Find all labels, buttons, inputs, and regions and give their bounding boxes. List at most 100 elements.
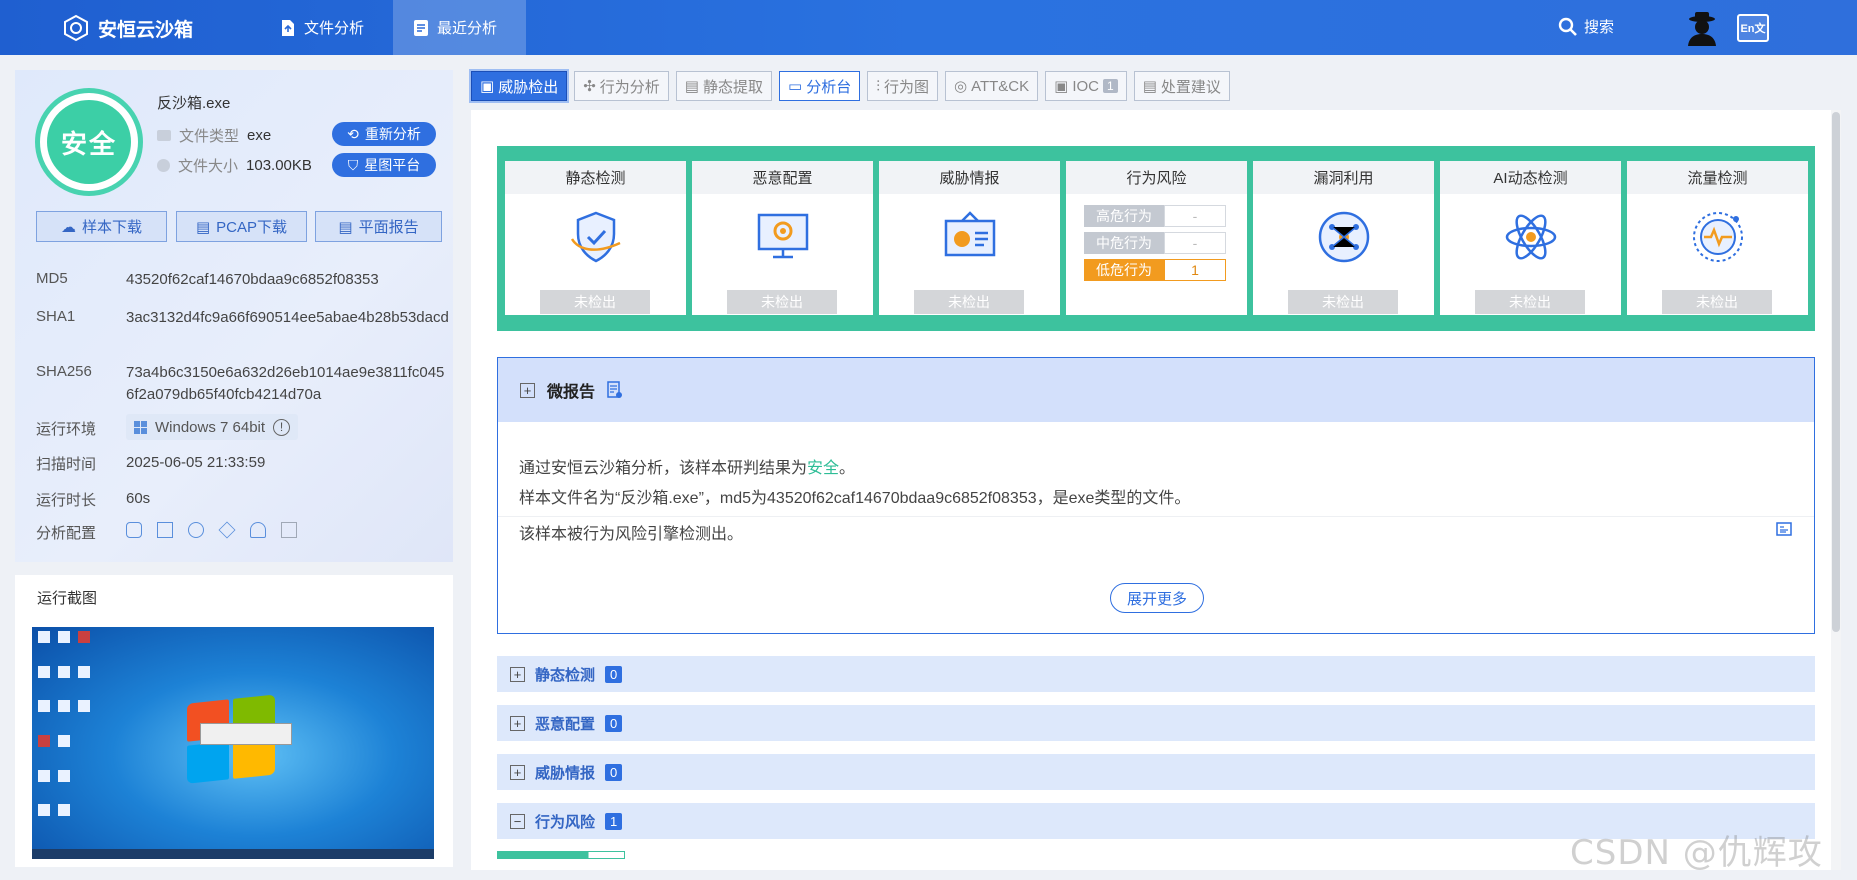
risk-value: 1 [1164,259,1226,281]
risk-row-high: 高危行为 - [1084,205,1226,227]
detect-card-threat-intel[interactable]: 威胁情报 未检出 [879,161,1060,315]
dialog-window [200,723,292,745]
search-label: 搜索 [1584,19,1615,36]
detect-card-exploit[interactable]: 漏洞利用 未检出 [1253,161,1434,315]
detail-card-icon[interactable] [1776,522,1792,536]
info-icon[interactable]: ! [273,418,291,436]
reanalyze-label: 重新分析 [364,126,421,142]
file-size-row: 文件大小 103.00KB [157,155,312,176]
section-label: 静态检测 [535,666,596,684]
platform-button[interactable]: ⛉ 星图平台 [332,153,436,177]
file-type-row: 文件类型 exe [157,125,271,146]
micro-report-header[interactable]: + 微报告 [498,358,1814,422]
config-robot-icon[interactable] [188,522,204,538]
reanalyze-button[interactable]: ⟲ 重新分析 [332,122,436,146]
micro-report-title: 微报告 [547,384,596,401]
user-avatar-icon[interactable] [1685,10,1719,46]
pcap-download-button[interactable]: ▤ PCAP下载 [176,211,307,242]
network-node-icon [1318,211,1369,263]
line1-suffix: 。 [839,460,856,477]
detect-card-status: 未检出 [1475,290,1585,314]
scrollbar-thumb[interactable] [1832,112,1840,632]
detect-card-status: 未检出 [540,290,650,314]
config-user-icon[interactable] [250,522,266,538]
config-timer-icon[interactable] [126,522,142,538]
tab-label: 静态提取 [702,78,763,96]
collapse-toggle-icon[interactable]: − [510,813,525,829]
tab-label: 处置建议 [1160,78,1221,96]
config-document-icon[interactable] [157,522,173,538]
detect-card-ai-dynamic[interactable]: AI动态检测 未检出 [1440,161,1621,315]
risk-label: 低危行为 [1084,259,1164,281]
expand-toggle-icon[interactable]: + [510,764,525,780]
brand-logo[interactable]: 安恒云沙箱 [62,14,193,42]
nav-tab-recent-analysis[interactable]: 最近分析 [393,0,526,55]
shield-icon: ⛉ [347,156,359,173]
micro-report-line-3: 该样本被行为风险引擎检测出。 [519,526,744,543]
verdict-seal: 安全 [35,88,143,196]
section-threat-intel[interactable]: + 威胁情报 0 [497,754,1815,790]
risk-value: - [1164,205,1226,227]
tab-threat-detection[interactable]: ▣ 威胁检出 [468,69,570,103]
detect-card-title: 静态检测 [505,161,686,194]
detect-card-static[interactable]: 静态检测 未检出 [505,161,686,315]
detect-card-title: 恶意配置 [692,161,873,194]
report-icon: ▤ [338,218,353,236]
tab-attck[interactable]: ◎ ATT&CK [944,71,1039,101]
monitor-gear-icon [757,213,808,259]
shield-check-icon [570,211,621,263]
detect-card-malicious-config[interactable]: 恶意配置 未检出 [692,161,873,315]
nav-tab-file-analysis[interactable]: 文件分析 [260,0,384,55]
tab-label: 行为分析 [599,78,660,96]
risk-row-low: 低危行为 1 [1084,259,1226,281]
divider [498,516,1814,517]
risk-row-medium: 中危行为 - [1084,232,1226,254]
detect-card-title: 流量检测 [1627,161,1808,194]
micro-report-line-1: 通过安恒云沙箱分析，该样本研判结果为安全。 [519,454,855,478]
ioc-count-badge: 1 [1103,79,1118,93]
tab-label: ATT&CK [971,77,1030,95]
section-count-badge: 1 [605,812,623,830]
tree-icon: ⫶ [876,77,880,95]
brand-name: 安恒云沙箱 [98,19,194,41]
target-icon: ◎ [953,78,968,95]
tab-static-extract[interactable]: ▤ 静态提取 [675,71,772,101]
detect-card-title: 行为风险 [1066,161,1247,194]
clock-icon [157,159,170,172]
sha1-label: SHA1 [36,308,76,325]
sub-tab-strip [497,851,625,859]
top-navbar: 安恒云沙箱 文件分析 最近分析 搜索 En文 [0,0,1857,55]
report-button[interactable]: ▤ 平面报告 [315,211,442,242]
sample-download-button[interactable]: ☁ 样本下载 [36,211,167,242]
detect-card-traffic[interactable]: 流量检测 未检出 [1627,161,1808,315]
tab-behavior-analysis[interactable]: ✣ 行为分析 [574,71,669,101]
detect-card-status: 未检出 [1288,290,1398,314]
expand-toggle-icon[interactable]: + [510,715,525,731]
search-icon [1558,17,1577,36]
sample-download-label: 样本下载 [81,219,142,236]
tab-remediation[interactable]: ▤ 处置建议 [1133,71,1230,101]
runtime-screenshot-image[interactable] [32,627,434,859]
section-malicious-config[interactable]: + 恶意配置 0 [497,705,1815,741]
file-size-value: 103.00KB [246,157,312,174]
detect-card-behavior-risk[interactable]: 行为风险 高危行为 - 中危行为 - 低危行为 1 [1066,161,1247,315]
tab-behavior-graph[interactable]: ⫶ 行为图 [867,71,938,101]
report-label: 平面报告 [358,219,419,236]
scan-time-label: 扫描时间 [36,456,97,473]
atom-icon [1505,214,1556,260]
nav-tab-label: 最近分析 [437,20,498,37]
env-label: 运行环境 [36,421,97,438]
expand-toggle-icon[interactable]: + [520,382,535,398]
show-more-button[interactable]: 展开更多 [1110,583,1204,613]
tab-analysis-console[interactable]: ▭ 分析台 [779,71,861,101]
language-switch-button[interactable]: En文 [1737,14,1769,42]
section-static-detection[interactable]: + 静态检测 0 [497,656,1815,692]
tab-ioc[interactable]: ▣ IOC 1 [1045,71,1127,101]
detect-card-status: 未检出 [727,290,837,314]
config-cube-icon[interactable] [218,521,236,539]
nav-search[interactable]: 搜索 [1558,16,1614,37]
platform-label: 星图平台 [364,157,421,173]
config-ai-icon[interactable] [281,522,297,538]
expand-toggle-icon[interactable]: + [510,666,525,682]
monitor-icon: ▭ [788,78,803,95]
